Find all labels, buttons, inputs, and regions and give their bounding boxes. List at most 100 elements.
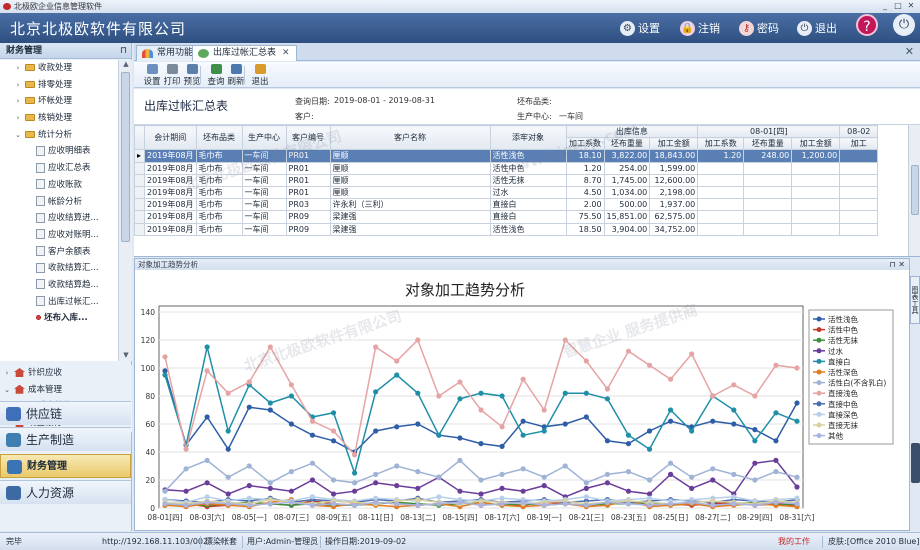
expand-icon[interactable]: › (14, 60, 22, 77)
pin-icon[interactable]: ⊓ (120, 43, 127, 59)
customer-label: 客户: (295, 112, 314, 121)
status-user: 用户:Admin-管理员 (247, 537, 319, 546)
help-button[interactable]: ? (856, 14, 878, 36)
x-tick-label: 08-11[日] (358, 513, 393, 522)
table-cell (791, 222, 841, 236)
tree-item[interactable]: 应收账款 (0, 177, 118, 194)
tab-outbound-summary[interactable]: 出库过帐汇总表 ✕ (192, 45, 297, 61)
gear-icon: ⚙ (620, 20, 635, 36)
legend-marker (816, 348, 822, 354)
scroll-thumb[interactable] (121, 72, 130, 242)
panel-pin-icon[interactable]: ⊓ ✕ (890, 259, 906, 270)
my-work-link[interactable]: 我的工作 (778, 533, 810, 550)
settings-button[interactable]: ⚙ 设置 (620, 20, 660, 36)
table-cell: 活性无抹 (489, 173, 567, 187)
table-row[interactable]: 2019年08月 毛巾布 一车间 PR03 许永利（三利） 直接白 2.00 500.00 1,… (134, 198, 879, 212)
grid-scroll-thumb[interactable] (911, 165, 919, 215)
data-point (330, 428, 337, 434)
exit-label: 退出 (815, 22, 837, 35)
tree-item[interactable]: 坯布入库... (0, 310, 118, 327)
tree-item[interactable]: › 坏帐处理 (0, 93, 118, 110)
table-row[interactable]: 2019年08月 毛巾布 一车间 PR01 厘顺 过水 4.50 1,034.00 2,198.… (134, 185, 879, 200)
table-row[interactable]: 2019年08月 毛巾布 一车间 PR09 梁建强 活性浅色 18.50 3,904.00 34… (134, 222, 879, 236)
table-cell: 毛巾布 (195, 185, 243, 200)
legend-entry: 直接浅色 (828, 388, 858, 398)
tree-item[interactable]: 应收明细表 (0, 143, 118, 160)
expand-icon[interactable]: › (14, 77, 22, 94)
table-cell (791, 185, 841, 200)
tree-item[interactable]: › 针织应收 (0, 365, 132, 382)
nav-module-2[interactable]: 财务管理 (0, 454, 131, 478)
table-cell (839, 173, 879, 187)
nav-module-0[interactable]: 供应链 (0, 401, 131, 425)
data-point (646, 477, 653, 483)
close-window-button[interactable]: ✕ (906, 1, 916, 11)
tree-item[interactable]: 应收汇总表 (0, 160, 118, 177)
table-row[interactable]: 2019年08月 毛巾布 一车间 PR01 厘顺 活性无抹 8.70 1,745.00 12,6… (134, 173, 879, 187)
toolbar-exit-button[interactable]: 退出 (248, 64, 272, 87)
expand-icon[interactable]: › (14, 93, 22, 110)
table-row[interactable]: 2019年08月 毛巾布 一车间 PR01 厘顺 活性中色 1.20 254.00 1,599.… (134, 161, 879, 175)
tree-item[interactable]: 应收结算进... (0, 210, 118, 227)
password-button[interactable]: ⚷ 密码 (739, 20, 779, 36)
expand-icon[interactable]: › (3, 365, 11, 382)
row-indicator (134, 185, 145, 200)
app-header: 北京北极欧软件有限公司 ⚙ 设置 🔒 注销 ⚷ 密码 ⏻ 退出 ? ⏻ (0, 13, 920, 43)
nav-module-3[interactable]: 人力资源 (0, 480, 131, 504)
tree-item[interactable]: 客户余额表 (0, 244, 118, 261)
collapse-icon[interactable]: ⌄ (14, 127, 22, 144)
toolbar-label: 设置 (143, 77, 161, 87)
data-point (394, 358, 400, 364)
data-point (436, 432, 442, 438)
data-point (583, 485, 589, 491)
table-row[interactable]: ▸ 2019年08月 毛巾布 一车间 PR01 厘顺 活性浅色 18.10 3,822.00 18… (134, 149, 879, 163)
settings-label: 设置 (638, 22, 660, 35)
data-point (520, 488, 526, 494)
data-point (415, 469, 421, 475)
expand-icon[interactable]: › (14, 110, 22, 127)
tree-item[interactable]: › 核销处理 (0, 110, 118, 127)
tree-item[interactable]: 收款结算汇... (0, 260, 118, 277)
close-tab-icon[interactable]: ✕ (282, 48, 290, 58)
status-skin[interactable]: 皮肤:[Office 2010 Blue] (828, 533, 919, 550)
close-all-icon[interactable]: ✕ (905, 45, 914, 58)
table-cell (697, 198, 745, 212)
sidebar: 财务管理 ⊓ › 收款处理 › 排零处理 › 坏帐处理 › 核销处理 ⌄ 统计分析 应收明细表 应收汇… (0, 43, 132, 531)
data-point (288, 393, 294, 399)
scroll-up-icon[interactable]: ▲ (119, 60, 133, 70)
data-point (646, 428, 653, 434)
power-button[interactable]: ⏻ (893, 14, 915, 36)
table-row[interactable]: 2019年08月 毛巾布 一车间 PR09 梁建强 直接白 75.50 15,851.00 62… (134, 210, 879, 224)
tree-item[interactable]: 出库过帐汇... (0, 294, 118, 311)
maximize-button[interactable]: □ (893, 1, 903, 11)
exit-button[interactable]: ⏻ 退出 (797, 20, 837, 36)
tree-item-label: 坯布入库... (44, 313, 88, 324)
tree-item[interactable]: ⌄ 成本管理 (0, 382, 132, 399)
collapse-icon[interactable]: ⌄ (3, 382, 11, 399)
chart-tools-tab[interactable]: 图表工具 (910, 276, 920, 324)
table-cell: 厘顺 (329, 161, 491, 175)
tree-item[interactable]: › 排零处理 (0, 77, 118, 94)
status-company: 漂染帐套 (205, 537, 237, 546)
table-cell: 2,198.00 (649, 185, 699, 200)
data-point (583, 502, 589, 508)
grid-scrollbar[interactable] (908, 125, 920, 256)
table-cell: 一车间 (241, 185, 287, 200)
tree-item[interactable]: › 收款处理 (0, 60, 118, 77)
status-ready: 完毕 (6, 537, 22, 546)
tree-item[interactable]: 应收对账明... (0, 227, 118, 244)
tree-item[interactable]: 收款结算趋... (0, 277, 118, 294)
trend-chart: 对象加工趋势分析 0 20 40 60 80 100 120 140 08-01[四] 08-03[… (141, 281, 894, 522)
tree-item[interactable]: 帐龄分析 (0, 194, 118, 211)
data-point (583, 414, 589, 420)
dock-handle[interactable] (911, 443, 920, 483)
scroll-down-icon[interactable]: ▼ (119, 351, 133, 361)
tree-item-label: 帐龄分析 (48, 196, 83, 207)
minimize-button[interactable]: _ (880, 1, 890, 11)
tab-common-functions[interactable]: 常用功能 (136, 45, 201, 61)
tree-item[interactable]: ⌄ 统计分析 (0, 127, 118, 144)
data-point (752, 393, 758, 399)
nav-module-1[interactable]: 生产制造 (0, 427, 131, 451)
tree-scrollbar[interactable]: ▲ ▼ (118, 60, 132, 361)
logout-button[interactable]: 🔒 注销 (680, 20, 720, 36)
